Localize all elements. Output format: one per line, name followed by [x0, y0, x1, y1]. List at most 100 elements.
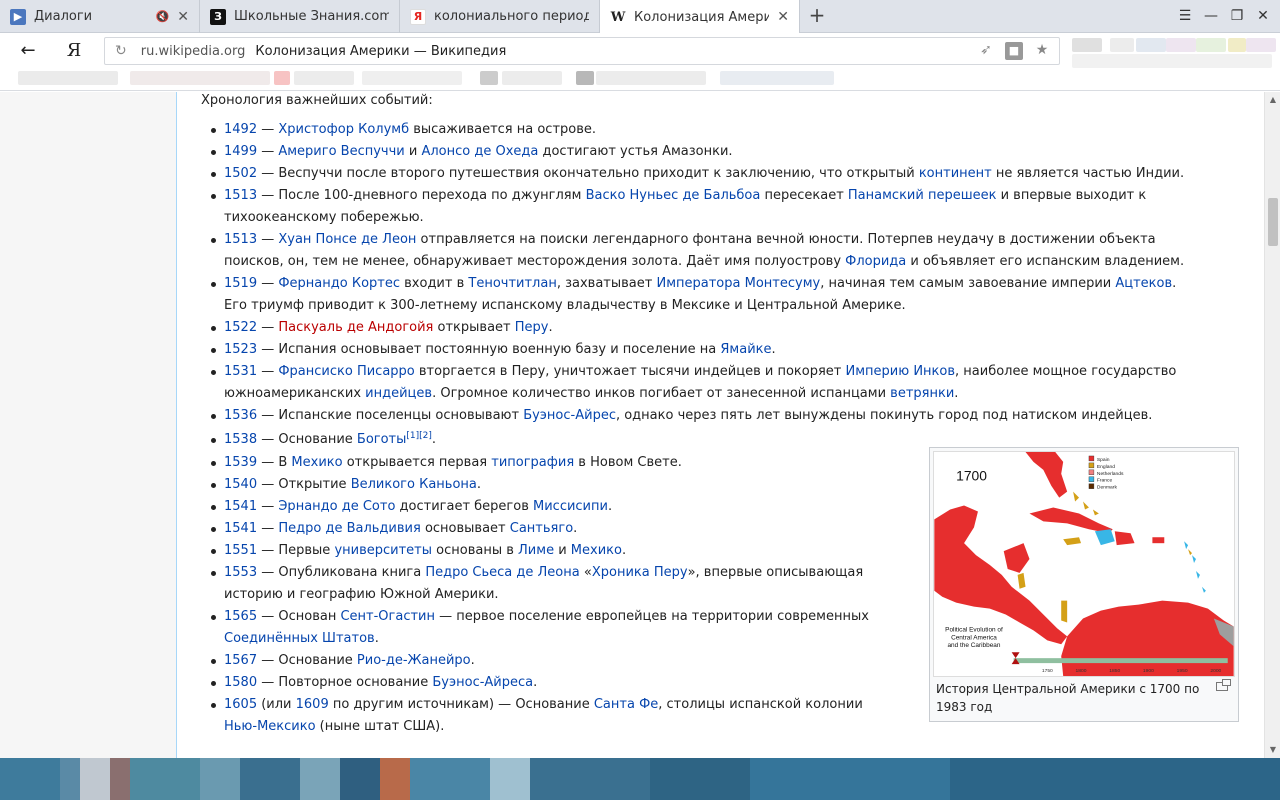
wiki-link[interactable]: Империю Инков	[846, 364, 956, 379]
wiki-link[interactable]: Христофор Колумб	[278, 122, 409, 137]
wiki-link[interactable]: ветрянки	[890, 386, 954, 401]
wiki-link[interactable]: Алонсо де Охеда	[421, 144, 538, 159]
tab-yandex[interactable]: Я колониального периода в с	[400, 0, 600, 33]
thumb-caption: История Центральной Америки с 1700 по 19…	[936, 682, 1200, 714]
wiki-link[interactable]: 1492	[224, 122, 257, 137]
tab-strip: ▶ Диалоги 🔇 ✕ З Школьные Знания.com - Ре…	[0, 0, 1280, 34]
wiki-link[interactable]: Соединённых Штатов	[224, 631, 375, 646]
wiki-link[interactable]: 1551	[224, 543, 257, 558]
wiki-link[interactable]: Франсиско Писарро	[278, 364, 414, 379]
back-button[interactable]: ←	[16, 39, 40, 63]
wiki-link[interactable]: 1540	[224, 477, 257, 492]
tab-znanija[interactable]: З Школьные Знания.com - Ре	[200, 0, 400, 33]
wiki-link[interactable]: Миссисипи	[533, 499, 608, 514]
extensions-area	[1070, 38, 1280, 72]
wiki-link[interactable]: Великого Каньона	[351, 477, 477, 492]
legend-swatch	[1088, 462, 1095, 469]
wiki-link[interactable]: 1541	[224, 499, 257, 514]
wiki-link[interactable]: Императора Монтесуму	[656, 276, 820, 291]
timeline-tick-label: 1750	[1042, 668, 1053, 674]
new-tab-button[interactable]: +	[806, 4, 828, 28]
wiki-link[interactable]: 1499	[224, 144, 257, 159]
wiki-link[interactable]: индейцев	[365, 386, 432, 401]
event-text: .	[476, 477, 482, 492]
wiki-link[interactable]: университеты	[334, 543, 432, 558]
wiki-link[interactable]: 1567	[224, 653, 257, 668]
close-icon[interactable]: ✕	[777, 9, 789, 25]
url-field[interactable]: ↻ ru.wikipedia.org Колонизация Америки —…	[104, 37, 1060, 65]
wiki-link[interactable]: 1580	[224, 675, 257, 690]
wiki-link[interactable]: Буэнос-Айрес	[523, 408, 616, 423]
reference-link[interactable]: [1]	[406, 431, 419, 441]
lock-icon[interactable]: ■	[1005, 42, 1023, 60]
reload-icon[interactable]: ↻	[115, 43, 127, 59]
wiki-link[interactable]: континент	[919, 166, 992, 181]
wiki-link[interactable]: Америго Веспуччи	[278, 144, 404, 159]
wiki-link[interactable]: Мехико	[571, 543, 622, 558]
wiki-link[interactable]: 1536	[224, 408, 257, 423]
wiki-link[interactable]: 1513	[224, 232, 257, 247]
event-item: 1492 — Христофор Колумб высаживается на …	[201, 119, 1201, 141]
yandex-logo-icon[interactable]: Я	[62, 39, 86, 63]
wiki-link[interactable]: 1513	[224, 188, 257, 203]
tab-dialogs[interactable]: ▶ Диалоги 🔇 ✕	[0, 0, 200, 33]
event-text: . Огромное количество инков погибает от …	[432, 386, 891, 401]
star-icon[interactable]: ★	[1033, 42, 1051, 60]
wiki-link[interactable]: 1541	[224, 521, 257, 536]
wiki-link[interactable]: Эрнандо де Сото	[278, 499, 395, 514]
wiki-link[interactable]: Буэнос-Айреса	[432, 675, 533, 690]
wiki-link[interactable]: 1523	[224, 342, 257, 357]
wiki-link[interactable]: Лиме	[518, 543, 554, 558]
window-close-icon[interactable]: ✕	[1250, 0, 1276, 33]
wiki-link[interactable]: Педро Сьеса де Леона	[425, 565, 579, 580]
wiki-link[interactable]: Васко Нуньес де Бальбоа	[586, 188, 761, 203]
red-link[interactable]: Паскуаль де Андогойя	[278, 320, 433, 335]
wiki-link[interactable]: Перу	[515, 320, 549, 335]
scrollbar-thumb[interactable]	[1268, 198, 1278, 246]
wiki-link[interactable]: 1605	[224, 697, 257, 712]
wiki-link[interactable]: Теночтитлан	[468, 276, 556, 291]
map-thumbnail[interactable]: 1700 Spain England Netherlands France Denmar…	[929, 447, 1239, 722]
tab-wikipedia[interactable]: W Колонизация Америки – ✕	[600, 0, 800, 34]
wiki-link[interactable]: Сент-Огастин	[340, 609, 435, 624]
wiki-link[interactable]: 1565	[224, 609, 257, 624]
rocket-icon[interactable]: ➶	[977, 42, 995, 60]
wiki-link[interactable]: 1522	[224, 320, 257, 335]
wiki-link[interactable]: Фернандо Кортес	[278, 276, 400, 291]
wiki-link[interactable]: Сантьяго	[510, 521, 573, 536]
caribbean-map-image[interactable]: 1700 SpainEnglandNetherlandsFranceDenmar…	[933, 451, 1235, 677]
enlarge-icon[interactable]	[1216, 679, 1231, 691]
event-text: в Новом Свете.	[574, 455, 682, 470]
wiki-link[interactable]: 1519	[224, 276, 257, 291]
wiki-link[interactable]: 1531	[224, 364, 257, 379]
page-scrollbar[interactable]: ▲ ▼	[1264, 92, 1280, 758]
wiki-link[interactable]: 1609	[296, 697, 329, 712]
event-text: , однако через пять лет вынуждены покину…	[615, 408, 1153, 423]
wiki-link[interactable]: 1553	[224, 565, 257, 580]
event-text: , захватывает	[556, 276, 657, 291]
wiki-link[interactable]: Ямайке	[720, 342, 771, 357]
restore-icon[interactable]: ❐	[1224, 0, 1250, 33]
wiki-link[interactable]: Боготы	[357, 432, 407, 447]
wiki-link[interactable]: Нью-Мексико	[224, 719, 316, 734]
wiki-link[interactable]: 1539	[224, 455, 257, 470]
scroll-down-icon[interactable]: ▼	[1265, 742, 1280, 758]
wiki-link[interactable]: 1502	[224, 166, 257, 181]
wiki-link[interactable]: Педро де Вальдивия	[278, 521, 420, 536]
wiki-link[interactable]: 1538	[224, 432, 257, 447]
scroll-up-icon[interactable]: ▲	[1265, 92, 1280, 108]
wiki-link[interactable]: Панамский перешеек	[848, 188, 997, 203]
close-icon[interactable]: ✕	[177, 9, 189, 25]
menu-icon[interactable]: ☰	[1172, 0, 1198, 33]
wiki-link[interactable]: типография	[491, 455, 574, 470]
mute-icon[interactable]: 🔇	[156, 10, 170, 23]
minimize-icon[interactable]: —	[1198, 0, 1224, 33]
wiki-link[interactable]: Ацтеков	[1115, 276, 1172, 291]
reference-link[interactable]: [2]	[419, 431, 432, 441]
wiki-link[interactable]: Хуан Понсе де Леон	[278, 232, 416, 247]
wiki-link[interactable]: Хроника Перу	[592, 565, 688, 580]
wiki-link[interactable]: Мехико	[291, 455, 342, 470]
wiki-link[interactable]: Санта Фе	[594, 697, 658, 712]
wiki-link[interactable]: Рио-де-Жанейро	[357, 653, 471, 668]
wiki-link[interactable]: Флорида	[845, 254, 906, 269]
